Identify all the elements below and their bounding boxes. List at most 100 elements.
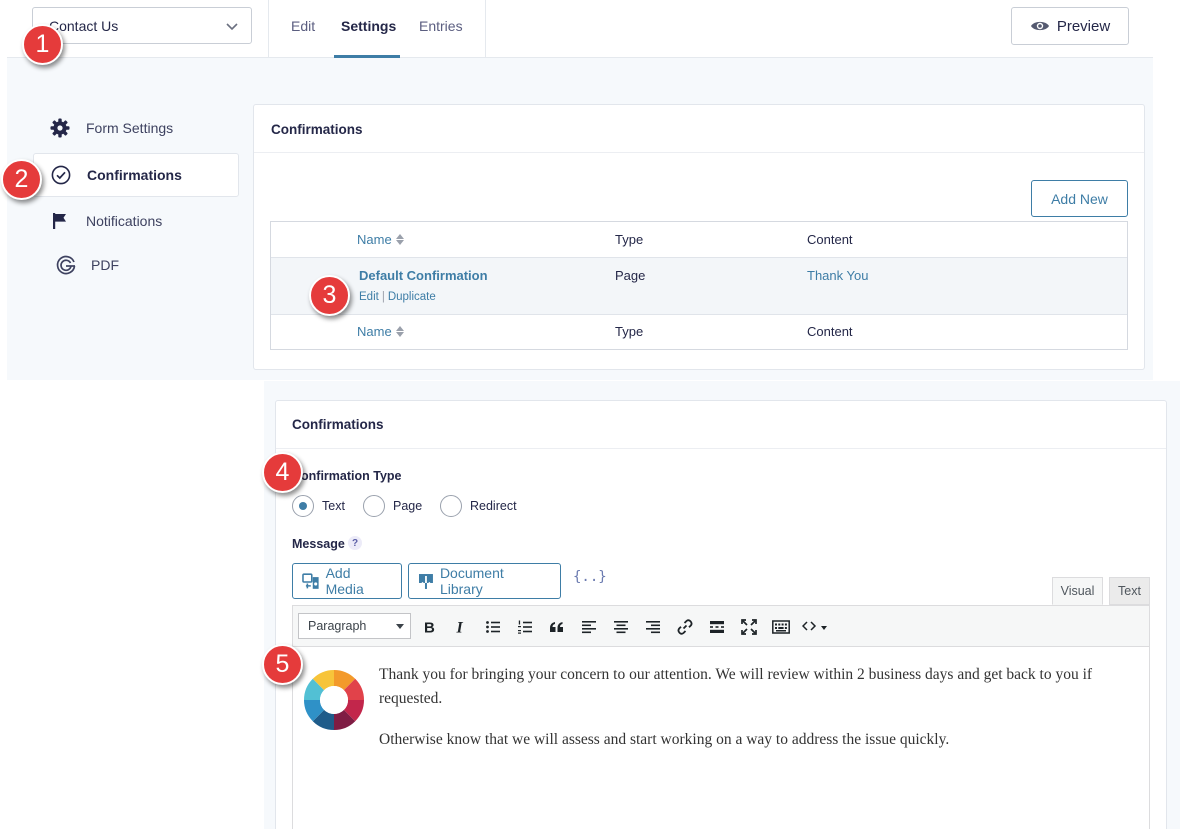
- message-label: Message: [292, 537, 345, 551]
- column-footer-name: Name: [357, 324, 392, 339]
- gravity-pdf-icon: [55, 254, 77, 276]
- active-tab-indicator: [334, 55, 400, 58]
- code-dropdown-icon[interactable]: [802, 616, 832, 638]
- radio-label: Page: [393, 499, 423, 513]
- help-icon[interactable]: ?: [348, 536, 362, 550]
- sidebar-item-label: PDF: [91, 257, 119, 273]
- blockquote-icon[interactable]: [546, 616, 568, 638]
- radio-button[interactable]: [292, 495, 314, 517]
- preview-button[interactable]: Preview: [1011, 7, 1129, 45]
- add-media-icon: [302, 572, 319, 589]
- form-topbar: Contact Us Edit Settings Entries Preview: [7, 0, 1153, 58]
- column-header-name: Name: [357, 232, 392, 247]
- confirmation-content-link[interactable]: Thank You: [807, 268, 868, 283]
- tab-settings[interactable]: Settings: [341, 18, 396, 34]
- edit-link[interactable]: Edit: [359, 291, 379, 303]
- format-select[interactable]: Paragraph: [298, 613, 411, 639]
- puzzle-wheel-logo: [304, 670, 364, 730]
- numbered-list-icon[interactable]: [514, 616, 536, 638]
- align-left-icon[interactable]: [578, 616, 600, 638]
- align-right-icon[interactable]: [642, 616, 664, 638]
- sidebar-item-pdf[interactable]: PDF: [33, 243, 239, 287]
- duplicate-link[interactable]: Duplicate: [388, 291, 436, 303]
- screenshot-root: Contact Us Edit Settings Entries Preview…: [0, 0, 1180, 829]
- message-editor-content[interactable]: Thank you for bringing your concern to o…: [292, 647, 1150, 829]
- row-actions: Edit | Duplicate: [359, 291, 436, 303]
- sidebar-item-label: Confirmations: [87, 167, 182, 183]
- document-library-button[interactable]: Document Library: [408, 563, 561, 599]
- fullscreen-icon[interactable]: [738, 616, 760, 638]
- add-media-label: Add Media: [325, 565, 364, 597]
- preview-label: Preview: [1056, 17, 1111, 35]
- add-media-button[interactable]: Add Media: [292, 563, 402, 599]
- radio-label: Text: [322, 499, 345, 513]
- merge-tag-icon[interactable]: {..}: [573, 569, 607, 585]
- message-paragraph: Otherwise know that we will assess and s…: [379, 731, 950, 748]
- callout-badge: 1: [22, 24, 63, 65]
- form-selector-value: Contact Us: [49, 17, 119, 34]
- callout-badge: 5: [262, 644, 303, 685]
- format-select-value: Paragraph: [308, 619, 367, 633]
- confirmation-type: Page: [615, 268, 646, 283]
- sidebar-item-notifications[interactable]: Notifications: [33, 199, 239, 243]
- card-divider: [254, 152, 1144, 153]
- flag-icon: [49, 210, 71, 232]
- toolbar-toggle-icon[interactable]: [770, 616, 792, 638]
- document-download-icon: [418, 573, 433, 589]
- caret-down-icon: [396, 624, 404, 629]
- tab-text[interactable]: Text: [1109, 577, 1150, 605]
- align-center-icon[interactable]: [610, 616, 632, 638]
- sort-arrows-icon: [395, 234, 404, 245]
- form-selector-dropdown[interactable]: Contact Us: [32, 7, 252, 44]
- chevron-down-icon: [226, 23, 238, 31]
- sidebar-item-form-settings[interactable]: Form Settings: [33, 106, 239, 150]
- confirmation-type-label: Confirmation Type: [292, 469, 402, 483]
- column-header-content: Content: [807, 232, 853, 247]
- confirmation-name-link[interactable]: Default Confirmation: [359, 268, 488, 283]
- confirmation-editor-card: Confirmations Confirmation Type Text Pag…: [275, 400, 1167, 829]
- add-new-button[interactable]: Add New: [1031, 180, 1128, 217]
- confirmations-table: Name Type Content Default Confirmation E…: [270, 221, 1128, 350]
- italic-icon[interactable]: I: [450, 616, 472, 638]
- radio-type-page[interactable]: Page: [363, 495, 422, 517]
- confirmations-list-card: Confirmations Add New Name Type Content …: [253, 104, 1145, 370]
- radio-label: Redirect: [470, 499, 517, 513]
- table-footer-row: Name Type Content: [271, 315, 1127, 349]
- topbar-divider: [485, 0, 486, 58]
- sidebar-item-label: Notifications: [86, 213, 163, 229]
- radio-button[interactable]: [440, 495, 462, 517]
- bold-icon[interactable]: B: [418, 616, 440, 638]
- card-title: Confirmations: [271, 122, 363, 137]
- tab-edit[interactable]: Edit: [291, 18, 315, 34]
- sidebar-item-label: Form Settings: [86, 120, 174, 136]
- radio-button[interactable]: [363, 495, 385, 517]
- callout-badge: 3: [309, 275, 350, 316]
- link-icon[interactable]: [674, 616, 696, 638]
- topbar-divider: [268, 0, 269, 58]
- form-settings-panel: Contact Us Edit Settings Entries Preview…: [7, 0, 1153, 380]
- column-footer-content: Content: [807, 324, 853, 339]
- svg-text:I: I: [456, 620, 464, 636]
- sidebar-item-confirmations[interactable]: Confirmations: [33, 153, 239, 197]
- card-divider: [276, 448, 1166, 449]
- radio-type-text[interactable]: Text: [292, 495, 345, 517]
- callout-badge: 2: [1, 159, 42, 200]
- message-paragraph: Thank you for bringing your concern to o…: [379, 666, 1093, 707]
- read-more-icon[interactable]: [706, 616, 728, 638]
- eye-icon: [1030, 21, 1049, 31]
- callout-badge: 4: [262, 452, 303, 493]
- tab-visual[interactable]: Visual: [1052, 577, 1103, 605]
- name-column-sort[interactable]: Name: [357, 324, 404, 339]
- svg-text:B: B: [424, 620, 435, 636]
- confirmation-editor-panel: Confirmations Confirmation Type Text Pag…: [264, 381, 1180, 829]
- tab-entries[interactable]: Entries: [419, 18, 463, 34]
- card-title: Confirmations: [292, 417, 384, 432]
- name-column-sort[interactable]: Name: [357, 232, 404, 247]
- radio-type-redirect[interactable]: Redirect: [440, 495, 517, 517]
- table-row: Default Confirmation Edit | Duplicate Page…: [271, 257, 1127, 315]
- document-library-label: Document Library: [439, 565, 504, 597]
- bullet-list-icon[interactable]: [482, 616, 504, 638]
- editor-toolbar: Paragraph B I: [292, 605, 1150, 647]
- table-header-row: Name Type Content: [271, 222, 1127, 257]
- column-footer-type: Type: [615, 324, 644, 339]
